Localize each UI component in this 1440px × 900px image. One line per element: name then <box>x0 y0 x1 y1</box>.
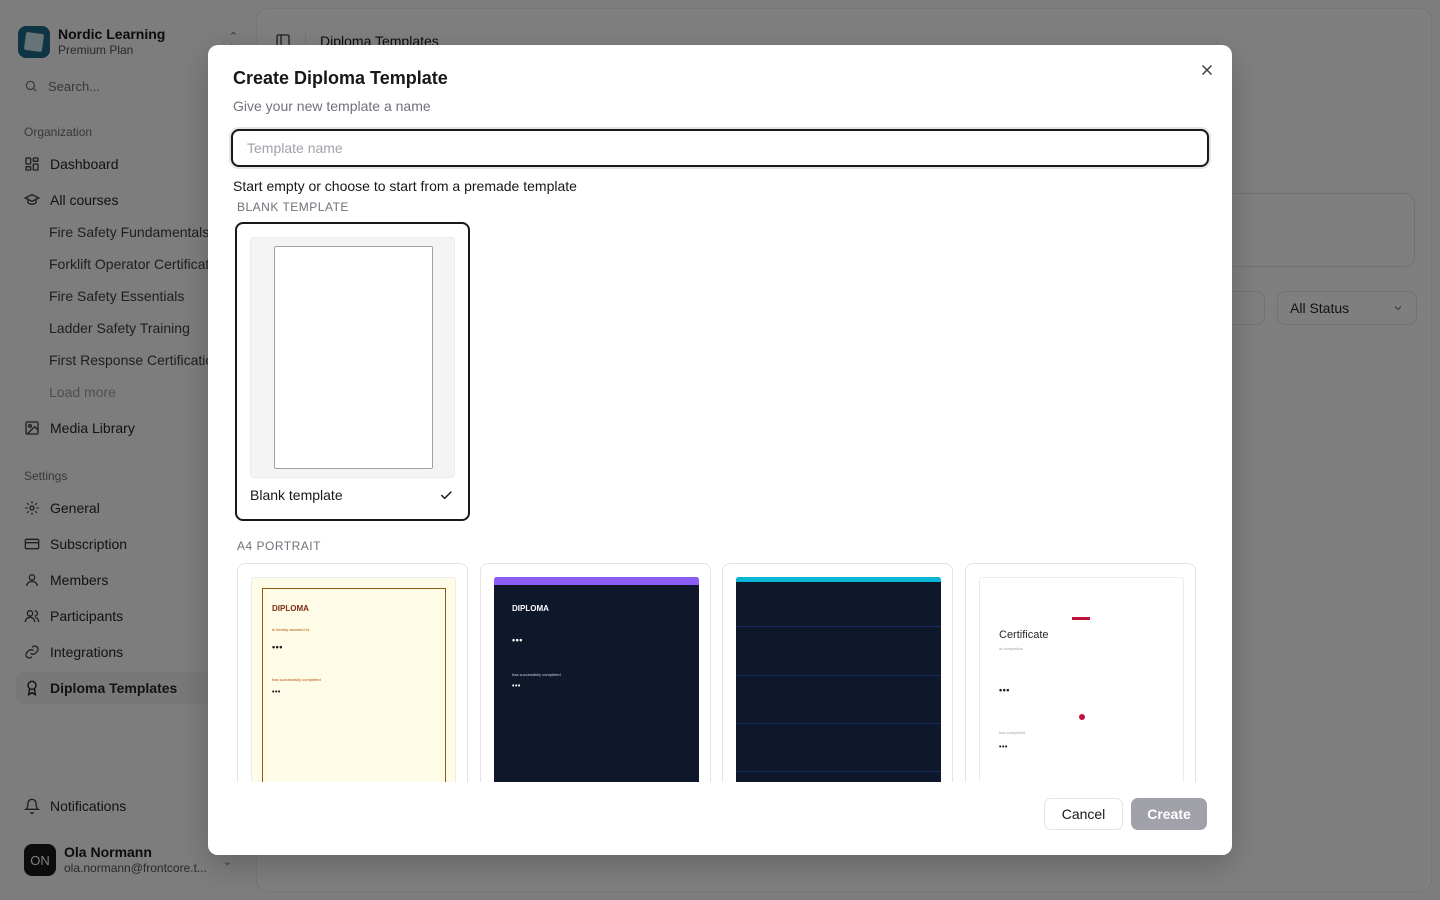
blank-template-label: Blank template <box>250 487 343 503</box>
template-name-input[interactable] <box>231 129 1209 167</box>
create-template-dialog: Create Diploma Template Give your new te… <box>208 45 1232 855</box>
blank-template-section-label: BLANK TEMPLATE <box>237 200 349 214</box>
preview-seal <box>1079 714 1085 720</box>
template-card-dark-cyan[interactable] <box>722 563 953 782</box>
create-button[interactable]: Create <box>1131 798 1207 830</box>
preview-accent-bar <box>736 577 941 582</box>
template-choice-prompt: Start empty or choose to start from a pr… <box>233 178 577 194</box>
preview-line <box>736 675 941 676</box>
preview-placeholder: ••• <box>512 635 523 645</box>
preview-text: has successfully completed <box>512 672 561 677</box>
check-icon <box>440 491 452 500</box>
preview-accent-bar <box>494 577 699 585</box>
preview-line <box>736 771 941 772</box>
template-card-classic[interactable]: DIPLOMA is hereby awarded to ••• has suc… <box>237 563 468 782</box>
preview-line <box>736 626 941 627</box>
preview-heading: Certificate <box>999 629 1049 641</box>
a4-portrait-section-label: A4 PORTRAIT <box>237 539 321 553</box>
preview-line <box>736 723 941 724</box>
template-preview <box>736 577 941 782</box>
template-card-dark-purple[interactable]: DIPLOMA ••• has successfully completed •… <box>480 563 711 782</box>
preview-accent-bar <box>1072 617 1090 620</box>
template-preview: DIPLOMA ••• has successfully completed •… <box>494 577 699 782</box>
dialog-title: Create Diploma Template <box>233 68 448 88</box>
preview-placeholder: ••• <box>272 689 281 696</box>
preview-text: has completed <box>999 730 1026 735</box>
preview-placeholder: ••• <box>272 642 283 652</box>
preview-heading: DIPLOMA <box>512 604 549 613</box>
template-preview: Certificate of completion ••• has comple… <box>979 577 1184 782</box>
dialog-scroll-area[interactable]: Create Diploma Template Give your new te… <box>208 45 1232 782</box>
preview-text: of completion <box>999 646 1023 651</box>
template-preview: DIPLOMA is hereby awarded to ••• has suc… <box>251 577 456 782</box>
preview-placeholder: ••• <box>999 685 1010 695</box>
preview-border <box>262 588 446 782</box>
blank-template-card[interactable]: Blank template <box>235 222 470 521</box>
template-card-certificate[interactable]: Certificate of completion ••• has comple… <box>965 563 1196 782</box>
cancel-button[interactable]: Cancel <box>1044 798 1123 830</box>
preview-text: is hereby awarded to <box>272 627 310 632</box>
close-icon[interactable] <box>1198 61 1216 79</box>
blank-page <box>274 246 433 469</box>
preview-placeholder: ••• <box>999 744 1008 751</box>
preview-text: has successfully completed <box>272 677 321 682</box>
blank-template-preview <box>250 237 455 478</box>
preview-heading: DIPLOMA <box>272 604 309 613</box>
dialog-description: Give your new template a name <box>233 98 431 114</box>
preview-placeholder: ••• <box>512 683 521 690</box>
